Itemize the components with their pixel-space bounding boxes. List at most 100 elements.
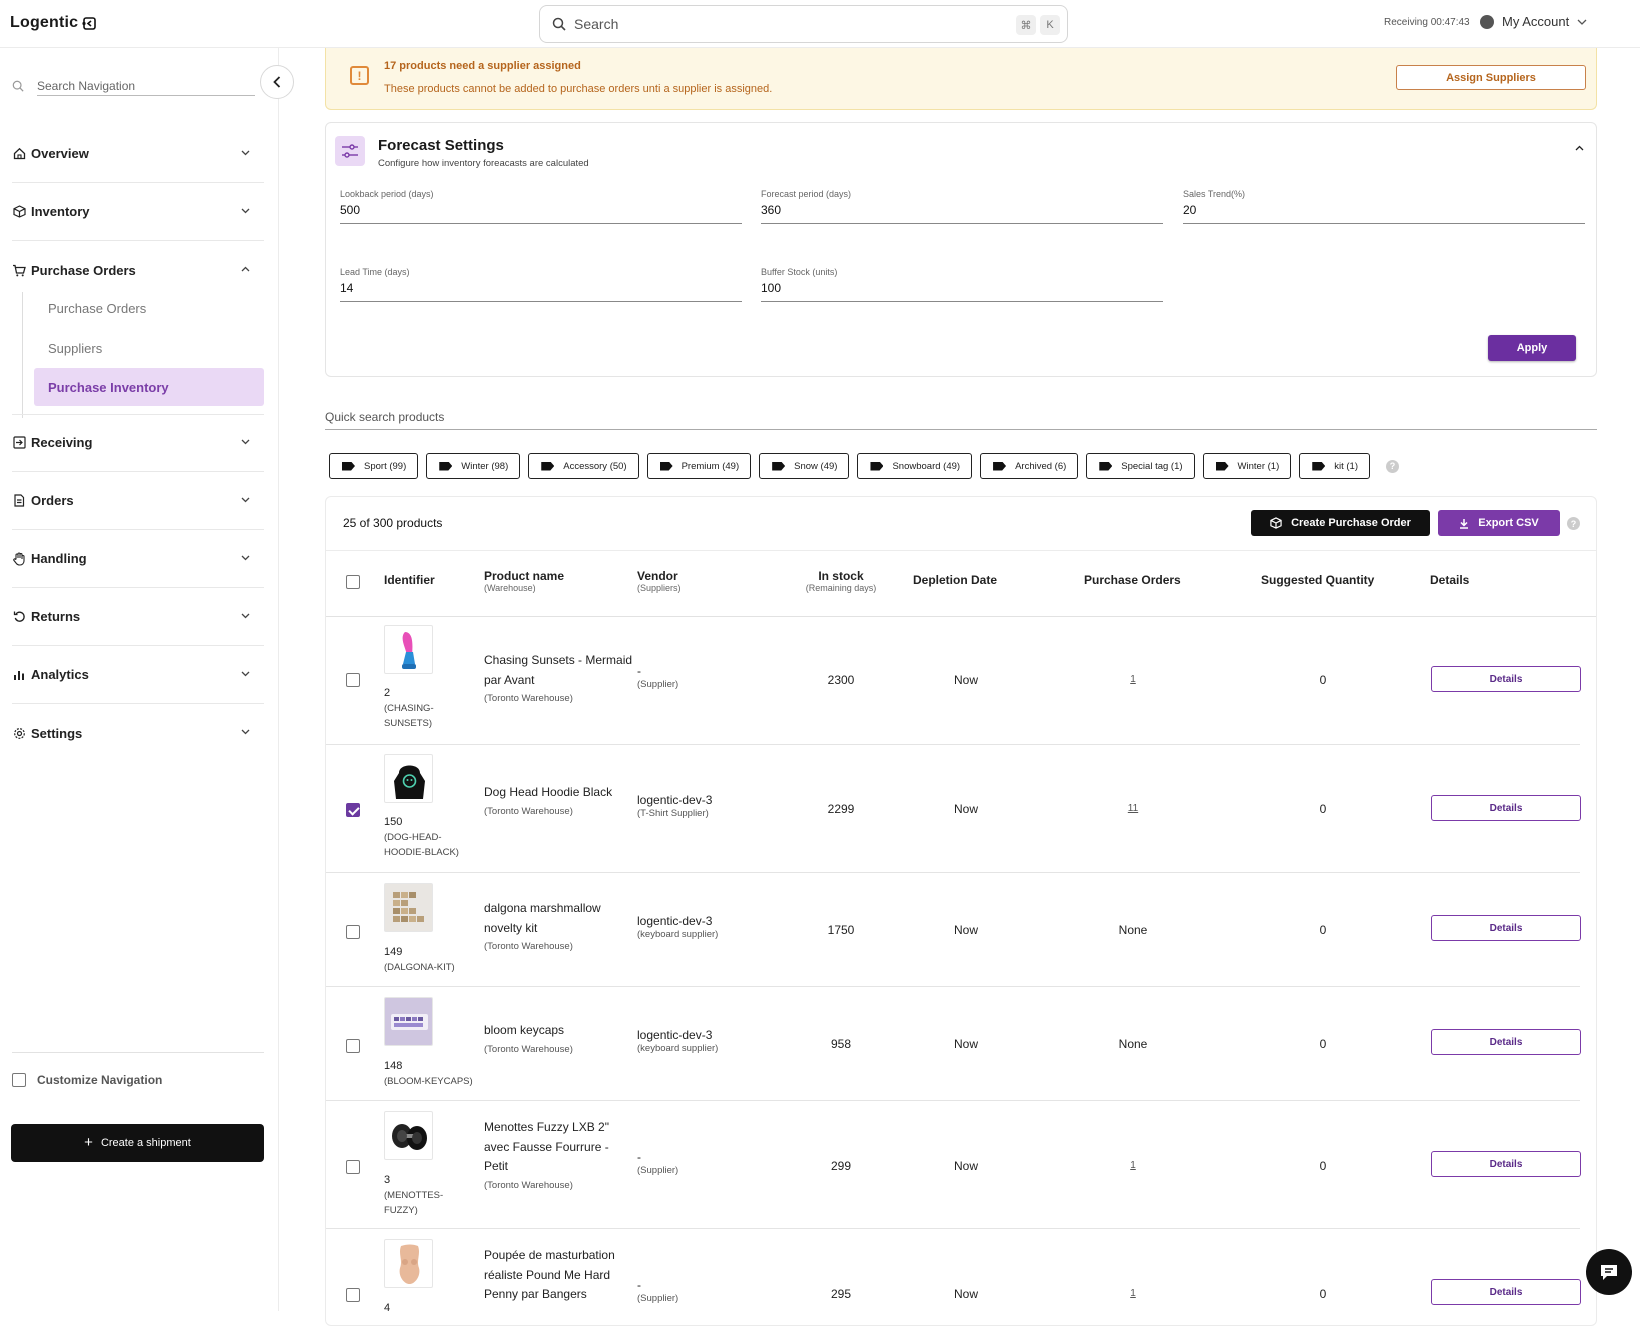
tag-filter[interactable]: Snowboard (49) (857, 453, 973, 479)
field-value[interactable]: 20 (1183, 203, 1585, 224)
chevron-down-icon (241, 497, 250, 502)
product-thumbnail[interactable] (384, 997, 433, 1046)
nav-section-analytics[interactable]: Analytics (12, 646, 264, 704)
product-title: Dog Head Hoodie Black (484, 785, 613, 799)
bar-chart-icon (12, 668, 26, 682)
buffer-stock-field[interactable]: Buffer Stock (units) 100 (761, 267, 1163, 302)
nav-section-overview[interactable]: Overview (12, 125, 264, 183)
subnav-suppliers[interactable]: Suppliers (34, 329, 264, 367)
tag-label: kit (1) (1334, 460, 1358, 472)
tag-filter[interactable]: Accessory (50) (528, 453, 639, 479)
details-button[interactable]: Details (1431, 915, 1581, 941)
row-checkbox[interactable] (346, 1160, 360, 1174)
tag-filter[interactable]: Premium (49) (646, 453, 752, 479)
purchase-orders-link[interactable]: 1 (1083, 1160, 1183, 1171)
col-identifier[interactable]: Identifier (384, 573, 435, 587)
lookback-period-field[interactable]: Lookback period (days) 500 (340, 189, 742, 224)
field-label: Buffer Stock (units) (761, 267, 838, 277)
details-button[interactable]: Details (1431, 666, 1581, 692)
nav-section-handling[interactable]: Handling (12, 530, 264, 588)
field-value[interactable]: 360 (761, 203, 1163, 224)
details-button[interactable]: Details (1431, 1151, 1581, 1177)
product-identifier: 4 (384, 1301, 390, 1316)
forecast-period-field[interactable]: Forecast period (days) 360 (761, 189, 1163, 224)
col-purchase-orders[interactable]: Purchase Orders (1084, 573, 1181, 587)
quick-search-input[interactable]: Quick search products (325, 410, 1597, 430)
purchase-orders-link[interactable]: 1 (1083, 674, 1183, 685)
vendor-cell: - (Supplier) (637, 664, 767, 692)
details-button[interactable]: Details (1431, 795, 1581, 821)
customize-navigation-toggle[interactable]: Customize Navigation (12, 1073, 162, 1087)
subnav-purchase-orders[interactable]: Purchase Orders (34, 289, 264, 327)
suggested-quantity-value: 0 (1319, 923, 1327, 937)
tag-filter[interactable]: Special tag (1) (1086, 453, 1195, 479)
tag-filter[interactable]: kit (1) (1299, 453, 1370, 479)
nav-section-orders[interactable]: Orders (12, 472, 264, 530)
chevron-up-icon[interactable] (1575, 145, 1584, 151)
tag-filter[interactable]: Snow (49) (759, 453, 850, 479)
select-all-checkbox[interactable] (346, 575, 360, 589)
product-thumbnail[interactable] (384, 754, 433, 803)
row-checkbox[interactable] (346, 925, 360, 939)
row-checkbox[interactable] (346, 1039, 360, 1053)
col-in-stock[interactable]: In stock (Remaining days) (791, 569, 891, 593)
lead-time-field[interactable]: Lead Time (days) 14 (340, 267, 742, 302)
purchase-orders-link[interactable]: 1 (1083, 1288, 1183, 1299)
app-logo[interactable]: Logentic (10, 14, 97, 32)
row-checkbox[interactable] (346, 1288, 360, 1302)
sales-trend-field[interactable]: Sales Trend(%) 20 (1183, 189, 1585, 224)
purchase-orders-link[interactable]: 11 (1083, 803, 1183, 814)
details-button[interactable]: Details (1431, 1279, 1581, 1305)
document-icon (12, 494, 26, 508)
help-icon[interactable]: ? (1567, 517, 1580, 530)
col-suggested-quantity[interactable]: Suggested Quantity (1261, 573, 1374, 587)
tag-label: Sport (99) (364, 460, 407, 472)
nav-section-settings[interactable]: Settings (12, 704, 264, 762)
product-thumbnail[interactable] (384, 883, 433, 932)
tag-filter[interactable]: Archived (6) (980, 453, 1079, 479)
product-thumbnail[interactable] (384, 625, 433, 674)
nav-section-receiving[interactable]: Receiving (12, 414, 264, 472)
receiving-timer[interactable]: Receiving 00:47:43 (1384, 17, 1470, 28)
row-checkbox[interactable] (346, 673, 360, 687)
create-shipment-button[interactable]: + Create a shipment (11, 1124, 264, 1162)
supplier-name: (keyboard supplier) (637, 1043, 719, 1054)
subnav-purchase-inventory[interactable]: Purchase Inventory (34, 368, 264, 406)
help-icon[interactable]: ? (1386, 459, 1399, 473)
nav-search-input[interactable] (37, 76, 255, 96)
apply-button[interactable]: Apply (1488, 335, 1576, 361)
global-search-bar[interactable]: Search ⌘ K (539, 5, 1068, 43)
product-thumbnail[interactable] (384, 1111, 433, 1160)
table-header: Identifier Product name (Warehouse) Vendo… (326, 550, 1596, 617)
details-button[interactable]: Details (1431, 1029, 1581, 1055)
collapse-sidebar-button[interactable] (260, 65, 294, 99)
product-thumbnail[interactable] (384, 1239, 433, 1288)
tag-filter[interactable]: Winter (1) (1202, 453, 1292, 479)
row-checkbox[interactable] (346, 803, 360, 817)
tag-filter[interactable]: Winter (98) (426, 453, 521, 479)
nav-section-inventory[interactable]: Inventory (12, 183, 264, 241)
nav-section-returns[interactable]: Returns (12, 588, 264, 646)
col-vendor[interactable]: Vendor (Suppliers) (637, 569, 681, 593)
suggested-quantity-value: 0 (1319, 673, 1327, 687)
field-value[interactable]: 14 (340, 281, 742, 302)
account-menu[interactable]: My Account (1480, 14, 1587, 29)
tag-icon (1215, 461, 1229, 471)
warehouse-label: (Toronto Warehouse) (484, 805, 573, 817)
table-row: 148 (BLOOM-KEYCAPS) bloom keycaps (Toronto… (326, 987, 1581, 1101)
forecast-subtitle: Configure how inventory foreacasts are c… (378, 158, 589, 169)
product-identifier: 148 (BLOOM-KEYCAPS) (384, 1059, 473, 1089)
chat-support-button[interactable] (1586, 1249, 1632, 1295)
product-id: 4 (384, 1302, 391, 1314)
box-icon (1270, 517, 1282, 529)
col-product-name[interactable]: Product name (Warehouse) (484, 569, 564, 593)
customize-navigation-checkbox[interactable] (12, 1073, 26, 1087)
tag-filter[interactable]: Sport (99) (329, 453, 419, 479)
field-value[interactable]: 100 (761, 281, 1163, 302)
field-value[interactable]: 500 (340, 203, 742, 224)
export-csv-button[interactable]: Export CSV (1438, 510, 1560, 536)
assign-suppliers-button[interactable]: Assign Suppliers (1396, 65, 1586, 90)
col-depletion-date[interactable]: Depletion Date (913, 573, 997, 587)
create-purchase-order-button[interactable]: Create Purchase Order (1251, 510, 1430, 536)
depletion-value: Now (953, 1159, 978, 1173)
